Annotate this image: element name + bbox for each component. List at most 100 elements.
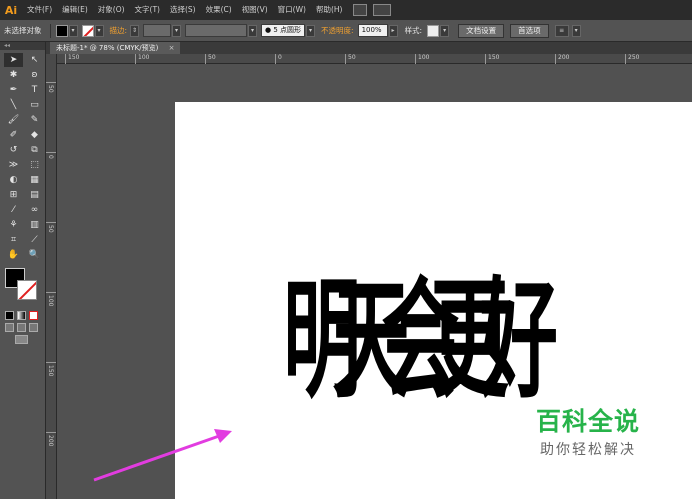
brush-label: 5 点圆形 [273,26,302,34]
menu-effect[interactable]: 效果(C) [201,0,237,20]
vertical-ruler[interactable]: 50 0 50 100 150 200 [46,54,57,499]
stepper-icon[interactable]: ⇕ [130,24,140,37]
opacity-label[interactable]: 不透明度: [318,25,357,36]
slice-tool-icon[interactable]: ⟋ [25,233,44,247]
shape-builder-tool-icon[interactable]: ◐ [4,173,23,187]
menu-object[interactable]: 对象(O) [93,0,130,20]
ruler-tick: 50 [46,82,56,93]
direct-selection-tool-icon[interactable]: ↖ [25,53,44,67]
menu-type[interactable]: 文字(T) [130,0,165,20]
ruler-label: 100 [418,54,430,61]
graphic-style-swatch[interactable] [427,24,440,37]
eraser-tool-icon[interactable]: ◆ [25,128,44,142]
opacity-field[interactable]: 100% [357,24,388,37]
menu-view[interactable]: 视图(V) [237,0,273,20]
selection-status: 未选择对象 [4,26,42,35]
ruler-label: 250 [628,54,640,61]
screen-mode-row [0,335,45,344]
color-icon[interactable] [5,311,14,320]
ruler-label: 150 [47,365,54,377]
draw-behind-icon[interactable] [17,323,26,332]
variable-width-profile[interactable] [185,24,248,37]
line-segment-tool-icon[interactable]: ╲ [4,98,23,112]
blob-brush-tool-icon[interactable]: ✐ [4,128,23,142]
document-tab-title: 未标题-1* @ 78% (CMYK/预览) [56,44,159,52]
pencil-tool-icon[interactable]: ✎ [25,113,44,127]
gradient-tool-icon[interactable]: ▤ [25,188,44,202]
column-graph-tool-icon[interactable]: ▥ [25,218,44,232]
align-icon[interactable]: ≡ [554,24,569,37]
draw-inside-icon[interactable] [29,323,38,332]
stroke-swatch[interactable] [17,280,37,300]
watermark-subtitle: 助你轻松解决 [540,442,636,458]
perspective-grid-tool-icon[interactable]: ▦ [25,173,44,187]
ruler-tick: 0 [46,152,56,159]
ruler-label: 0 [47,155,54,159]
ruler-tick: 150 [46,362,56,376]
scale-tool-icon[interactable]: ⧉ [25,143,44,157]
ruler-tick: 100 [415,54,429,64]
chevron-down-icon[interactable]: ▾ [172,24,182,37]
ruler-tick: 200 [46,432,56,446]
stroke-label[interactable]: 描边: [107,25,131,36]
selection-tool-icon[interactable]: ➤ [4,53,23,67]
chevron-down-icon[interactable]: ▾ [68,24,78,37]
rectangle-tool-icon[interactable]: ▭ [25,98,44,112]
rotate-tool-icon[interactable]: ↺ [4,143,23,157]
ruler-label: 200 [558,54,570,61]
bridge-icon[interactable] [353,4,368,16]
ruler-label: 150 [488,54,500,61]
stroke-color-swatch[interactable] [81,24,94,37]
hand-tool-icon[interactable]: ✋ [4,248,23,262]
free-transform-tool-icon[interactable]: ⬚ [25,158,44,172]
chevron-down-icon[interactable]: ▾ [440,24,450,37]
pen-tool-icon[interactable]: ✒ [4,83,23,97]
menu-window[interactable]: 窗口(W) [273,0,311,20]
fill-stroke-control [3,268,45,308]
eyedropper-tool-icon[interactable]: ⁄ [4,203,23,217]
type-tool-icon[interactable]: T [25,83,44,97]
document-tab[interactable]: 未标题-1* @ 78% (CMYK/预览) × [50,42,181,54]
document-setup-button[interactable]: 文档设置 [458,23,505,38]
chevron-down-icon[interactable]: ▾ [248,24,258,37]
ruler-label: 100 [138,54,150,61]
width-tool-icon[interactable]: ≫ [4,158,23,172]
magic-wand-tool-icon[interactable]: ✱ [4,68,23,82]
style-label: 样式: [404,26,423,35]
gradient-icon[interactable] [17,311,26,320]
app-logo: Ai [4,3,18,17]
menu-edit[interactable]: 编辑(E) [57,0,93,20]
zoom-tool-icon[interactable]: 🔍 [25,248,44,262]
artboard-tool-icon[interactable]: ⌗ [4,233,23,247]
tools-panel: ◂◂ ➤ ↖ ✱ ʚ ✒ T ╲ ▭ 🖌 ✎ ✐ ◆ ↺ ⧉ ≫ ⬚ ◐ ▦ ⊞… [0,42,46,499]
panel-grip-icon[interactable]: ◂◂ [0,42,45,50]
chevron-down-icon[interactable]: ▾ [94,24,104,37]
menu-help[interactable]: 帮助(H) [311,0,348,20]
artboard-text[interactable]: 明天会更好 [283,254,558,426]
menu-file[interactable]: 文件(F) [22,0,57,20]
mesh-tool-icon[interactable]: ⊞ [4,188,23,202]
chevron-down-icon[interactable]: ▾ [571,24,581,37]
none-icon[interactable] [29,311,38,320]
separator [49,23,51,38]
preferences-button[interactable]: 首选项 [510,23,549,38]
draw-normal-icon[interactable] [5,323,14,332]
lasso-tool-icon[interactable]: ʚ [25,68,44,82]
document-tab-bar: 未标题-1* @ 78% (CMYK/预览) × [46,42,692,54]
screen-mode-icon[interactable] [15,335,28,344]
chevron-down-icon[interactable]: ▾ [306,24,316,37]
ruler-tick: 50 [46,222,56,233]
ruler-tick: 100 [135,54,149,64]
tool-grid: ➤ ↖ ✱ ʚ ✒ T ╲ ▭ 🖌 ✎ ✐ ◆ ↺ ⧉ ≫ ⬚ ◐ ▦ ⊞ ▤ … [0,50,45,262]
arrange-documents-icon[interactable] [373,4,392,16]
stroke-weight-field[interactable] [143,24,172,37]
menu-select[interactable]: 选择(S) [165,0,201,20]
fill-color-swatch[interactable] [55,24,68,37]
close-icon[interactable]: × [169,44,175,52]
paintbrush-tool-icon[interactable]: 🖌 [4,113,23,127]
blend-tool-icon[interactable]: ∞ [25,203,44,217]
symbol-sprayer-tool-icon[interactable]: ⚘ [4,218,23,232]
chevron-down-icon[interactable]: ▸ [388,24,398,37]
brush-definition[interactable]: ● 5 点圆形 [261,24,306,37]
horizontal-ruler[interactable]: 150 100 50 0 50 100 150 200 250 [57,54,692,64]
